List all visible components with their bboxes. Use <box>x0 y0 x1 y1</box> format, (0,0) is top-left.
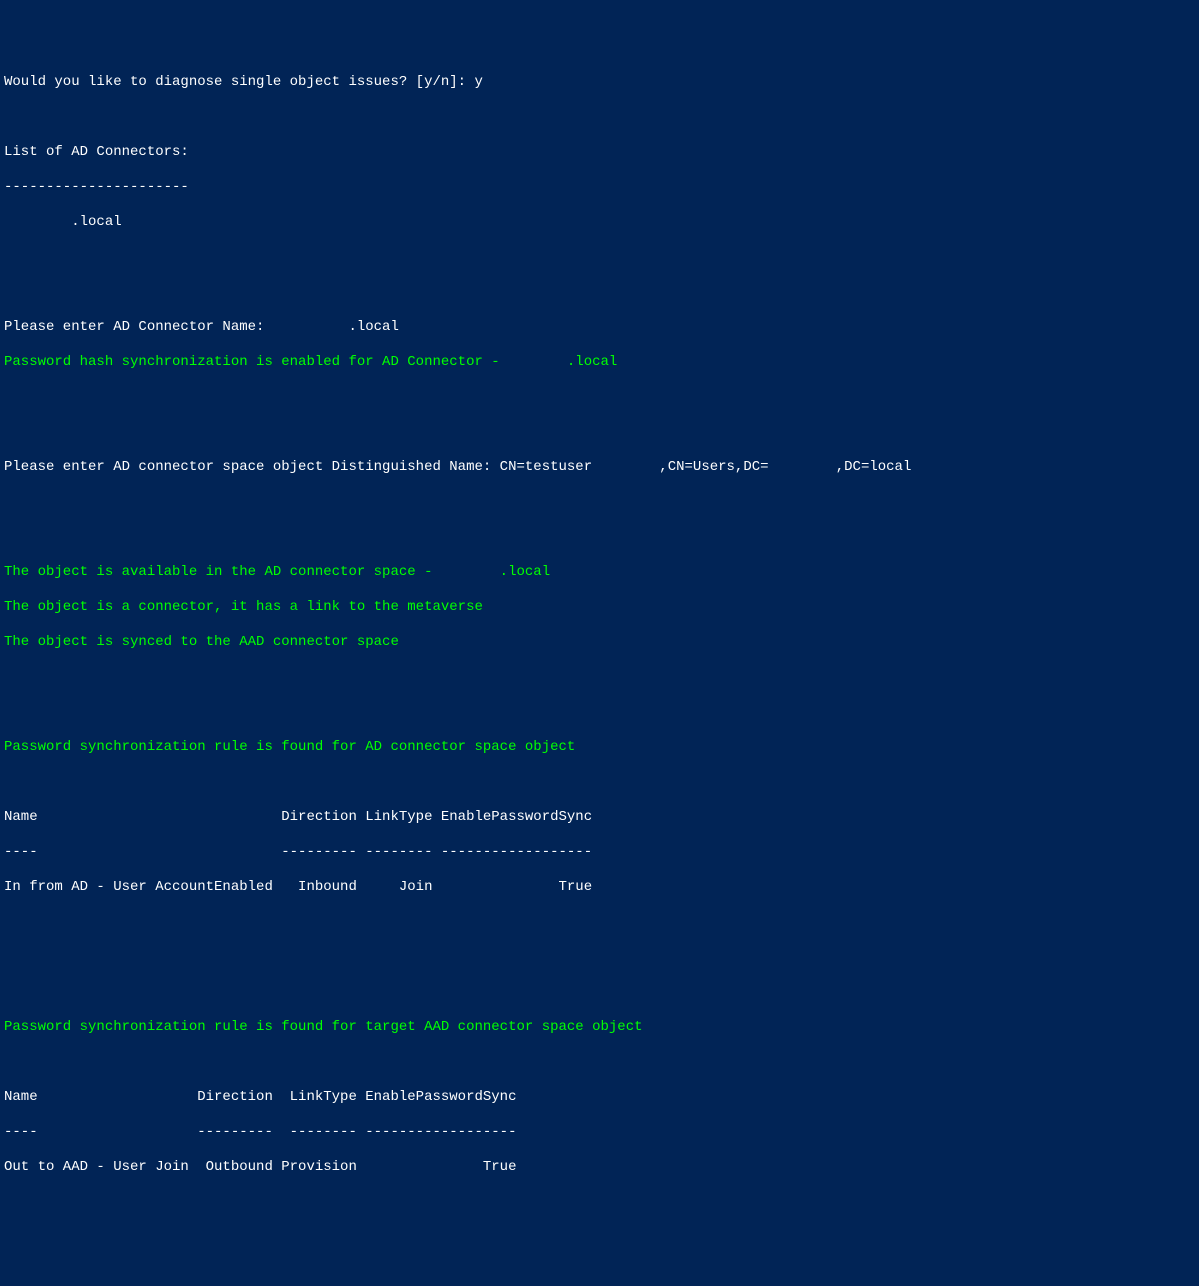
blank-line <box>4 1229 1195 1247</box>
blank-line <box>4 949 1195 967</box>
rule2-cols: Name Direction LinkType EnablePasswordSy… <box>4 1089 1195 1107</box>
connectors-divider: ---------------------- <box>4 179 1195 197</box>
blank-line <box>4 284 1195 302</box>
blank-line <box>4 1194 1195 1212</box>
obj-connector: The object is a connector, it has a link… <box>4 599 1195 617</box>
phs-enabled-suffix: .local <box>508 354 617 370</box>
blank-line <box>4 774 1195 792</box>
blank-line <box>4 704 1195 722</box>
obj-available-suffix: .local <box>441 564 550 580</box>
prompt-diagnose: Would you like to diagnose single object… <box>4 74 1195 92</box>
phs-enabled-line: Password hash synchronization is enabled… <box>4 354 1195 372</box>
blank-line <box>4 984 1195 1002</box>
blank-line <box>4 1054 1195 1072</box>
rule2-header: Password synchronization rule is found f… <box>4 1019 1195 1037</box>
prompt-connector-name: Please enter AD Connector Name: .local <box>4 319 1195 337</box>
rule2-row: Out to AAD - User Join Outbound Provisio… <box>4 1159 1195 1177</box>
rule1-cols: Name Direction LinkType EnablePasswordSy… <box>4 809 1195 827</box>
blank-line <box>4 529 1195 547</box>
rule1-row: In from AD - User AccountEnabled Inbound… <box>4 879 1195 897</box>
rule1-divider: ---- --------- -------- ----------------… <box>4 844 1195 862</box>
blank-line <box>4 669 1195 687</box>
prompt-dn: Please enter AD connector space object D… <box>4 459 1195 477</box>
rule1-header: Password synchronization rule is found f… <box>4 739 1195 757</box>
obj-available-prefix: The object is available in the AD connec… <box>4 564 441 580</box>
obj-available-line: The object is available in the AD connec… <box>4 564 1195 582</box>
blank-line <box>4 914 1195 932</box>
blank-line <box>4 389 1195 407</box>
connector-entry: .local <box>4 214 1195 232</box>
blank-line <box>4 1264 1195 1282</box>
blank-line <box>4 494 1195 512</box>
phs-enabled-prefix: Password hash synchronization is enabled… <box>4 354 508 370</box>
connectors-header: List of AD Connectors: <box>4 144 1195 162</box>
blank-line <box>4 424 1195 442</box>
rule2-divider: ---- --------- -------- ----------------… <box>4 1124 1195 1142</box>
blank-line <box>4 109 1195 127</box>
blank-line <box>4 249 1195 267</box>
